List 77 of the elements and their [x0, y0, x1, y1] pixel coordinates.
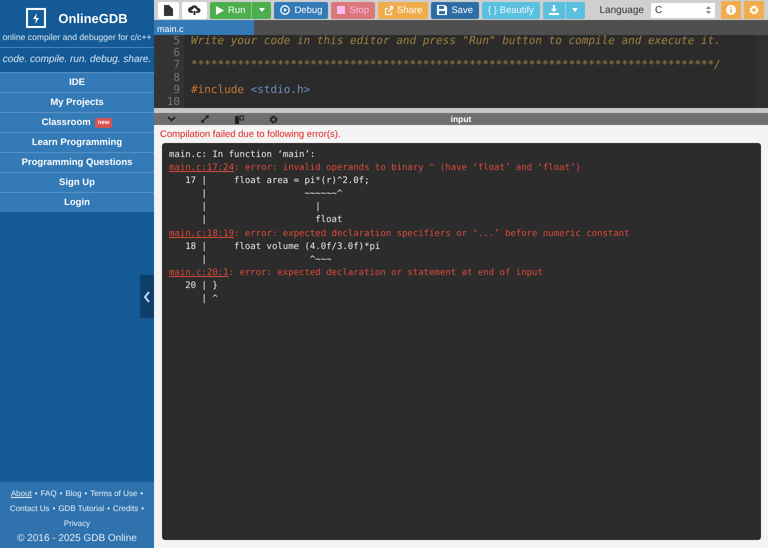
- console-line: 20 | }: [184, 280, 218, 291]
- chevron-down-icon: [166, 116, 176, 122]
- nav-item[interactable]: My Projects: [0, 92, 154, 112]
- footer-link[interactable]: Privacy: [64, 519, 90, 528]
- footer-link[interactable]: Terms of Use: [90, 489, 138, 498]
- download-button[interactable]: [542, 2, 565, 18]
- dropdown-button[interactable]: [251, 2, 272, 18]
- file-icon: [164, 4, 173, 16]
- console-line: | ^: [200, 294, 218, 304]
- footer-link[interactable]: About: [10, 489, 32, 498]
- upload-button[interactable]: [182, 2, 207, 18]
- console-line: 18 | float volume (4.0f/3.0f)*pi: [184, 242, 380, 252]
- line-number: 8: [172, 72, 180, 84]
- brand-subtitle: online compiler and debugger for c/c++: [2, 32, 152, 42]
- line-number: 5: [172, 35, 180, 48]
- error-line: main.c:18:19: error: expected declaration specifiers or ‘...’ before numeric constant: [169, 228, 630, 239]
- nav-item[interactable]: Programming Questions: [0, 152, 154, 172]
- save-button[interactable]: Save: [431, 2, 479, 18]
- caret-icon: [258, 8, 265, 12]
- play-icon: [216, 6, 224, 14]
- debug-button[interactable]: Debug: [274, 2, 328, 18]
- bullet-separator: •: [60, 489, 62, 498]
- bullet-separator: •: [52, 504, 56, 513]
- bullet-separator: •: [107, 504, 110, 513]
- file-tab[interactable]: main.c: [154, 20, 254, 35]
- copyright-text: © 2016 - 2025 GDB Online: [17, 532, 137, 544]
- error-line: main.c:17:24: error: invalid operands to binary ^ (have ‘float’ and ‘float’): [169, 163, 581, 174]
- footer-link[interactable]: Credits: [112, 504, 138, 513]
- console-line: 17 | float area = pi*(r)^2.0f;: [184, 176, 370, 186]
- new-file-button[interactable]: [158, 2, 179, 18]
- chevron-left-icon: [143, 290, 151, 302]
- compilation-status: Compilation failed due to following error(s).: [159, 128, 342, 142]
- code-line: *******************************************************************************/: [191, 58, 721, 72]
- dropdown-button[interactable]: [564, 2, 585, 18]
- panel-title: input: [450, 114, 472, 124]
- language-label: Language: [600, 4, 644, 16]
- info-button[interactable]: [721, 1, 741, 19]
- nav-item[interactable]: IDE: [0, 72, 154, 92]
- bullet-separator: •: [34, 489, 38, 498]
- language-select[interactable]: C: [651, 2, 715, 18]
- stop-icon: [337, 6, 346, 14]
- console-line: | ~~~~~~^: [200, 189, 342, 200]
- caret-icon: [572, 8, 578, 12]
- code-line: Write your code in this editor and press "Run" button to compile and execute it.: [191, 35, 721, 47]
- lightning-logo-icon: [26, 8, 46, 28]
- play-circle-icon: [280, 5, 290, 15]
- error-line: main.c:20:1: error: expected declaration or statement at end of input: [169, 268, 543, 278]
- bullet-separator: •: [84, 489, 88, 498]
- footer-link[interactable]: GDB Tutorial: [58, 504, 104, 513]
- share-icon: [384, 6, 393, 14]
- nav-item[interactable]: Login: [0, 192, 154, 212]
- code-line: #include <stdio.h>: [191, 82, 310, 96]
- collapse-sidebar-button[interactable]: [140, 275, 154, 318]
- footer-link[interactable]: FAQ: [40, 489, 57, 498]
- tagline: code. compile. run. debug. share.: [2, 53, 152, 67]
- brand-name: OnlineGDB: [58, 10, 128, 26]
- nav-item[interactable]: Sign Up: [0, 172, 154, 192]
- line-number: 6: [172, 47, 180, 60]
- line-number: 9: [172, 84, 180, 96]
- footer-link[interactable]: Blog: [65, 489, 82, 498]
- footer-link[interactable]: Contact Us: [10, 504, 50, 513]
- bullet-separator: •: [141, 504, 144, 513]
- info-icon: [726, 5, 736, 15]
- bullet-separator: •: [140, 489, 144, 498]
- settings-icon: [749, 5, 759, 15]
- download-icon: [548, 5, 559, 15]
- console-line: main.c: In function ‘main’:: [169, 150, 316, 160]
- cloud-upload-icon: [188, 5, 201, 15]
- console-line: | float: [200, 215, 342, 226]
- nav-item[interactable]: Learn Programming: [0, 132, 154, 152]
- line-number: 10: [166, 96, 180, 108]
- up-down-arrows-icon: [706, 6, 711, 14]
- console-line: | |: [200, 202, 321, 212]
- run-button[interactable]: Run: [210, 2, 252, 18]
- console-line: | ^~~~: [200, 254, 332, 265]
- settings-button[interactable]: [744, 1, 764, 19]
- line-number: 7: [172, 59, 180, 72]
